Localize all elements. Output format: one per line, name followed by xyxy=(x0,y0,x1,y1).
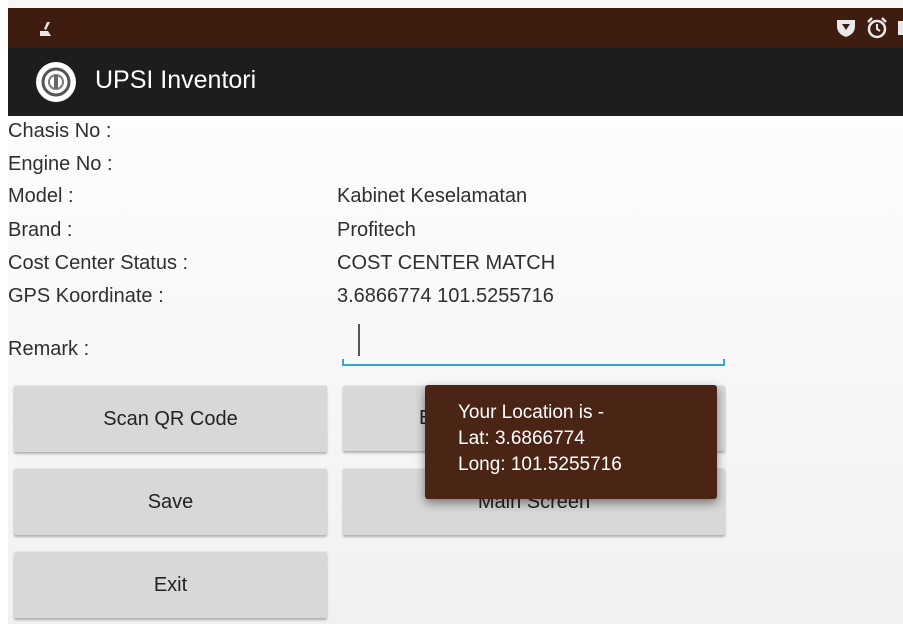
gps-label: GPS Koordinate : xyxy=(8,285,164,307)
input-tick-left xyxy=(342,359,344,366)
status-icons xyxy=(835,17,903,39)
overflow-status-icon xyxy=(898,21,903,35)
chasis-label: Chasis No : xyxy=(8,120,112,142)
cost-center-value: COST CENTER MATCH xyxy=(337,252,556,274)
model-label: Model : xyxy=(8,185,74,207)
form-content: Chasis No : Engine No : Model : Kabinet … xyxy=(8,116,903,624)
input-underline xyxy=(342,364,725,366)
gps-value: 3.6866774 101.5255716 xyxy=(337,285,554,307)
cleaning-broom-icon xyxy=(40,22,51,36)
alarm-clock-icon xyxy=(867,17,887,39)
toast-line-3: Long: 101.5255716 xyxy=(458,454,622,475)
university-crest-icon xyxy=(41,67,71,97)
text-caret xyxy=(358,324,360,356)
toast-line-2: Lat: 3.6866774 xyxy=(458,428,585,449)
scan-qr-code-button[interactable]: Scan QR Code xyxy=(14,385,327,452)
app-title: UPSI Inventori xyxy=(95,66,257,94)
exit-button[interactable]: Exit xyxy=(14,551,327,618)
page-edge xyxy=(0,0,8,624)
shield-icon xyxy=(837,20,855,37)
brand-value: Profitech xyxy=(337,219,416,241)
model-value: Kabinet Keselamatan xyxy=(337,185,528,207)
location-toast: Your Location is - Lat: 3.6866774 Long: … xyxy=(425,385,717,499)
save-button[interactable]: Save xyxy=(14,468,327,535)
brand-label: Brand : xyxy=(8,219,73,241)
remark-label: Remark : xyxy=(8,338,90,360)
status-bar xyxy=(8,8,903,48)
cost-center-label: Cost Center Status : xyxy=(8,252,189,274)
toast-line-1: Your Location is - xyxy=(458,402,605,423)
input-tick-right xyxy=(723,359,725,366)
action-bar: UPSI Inventori xyxy=(8,48,903,116)
engine-label: Engine No : xyxy=(8,153,113,175)
remark-input[interactable] xyxy=(342,318,725,366)
app-logo[interactable] xyxy=(36,62,76,102)
